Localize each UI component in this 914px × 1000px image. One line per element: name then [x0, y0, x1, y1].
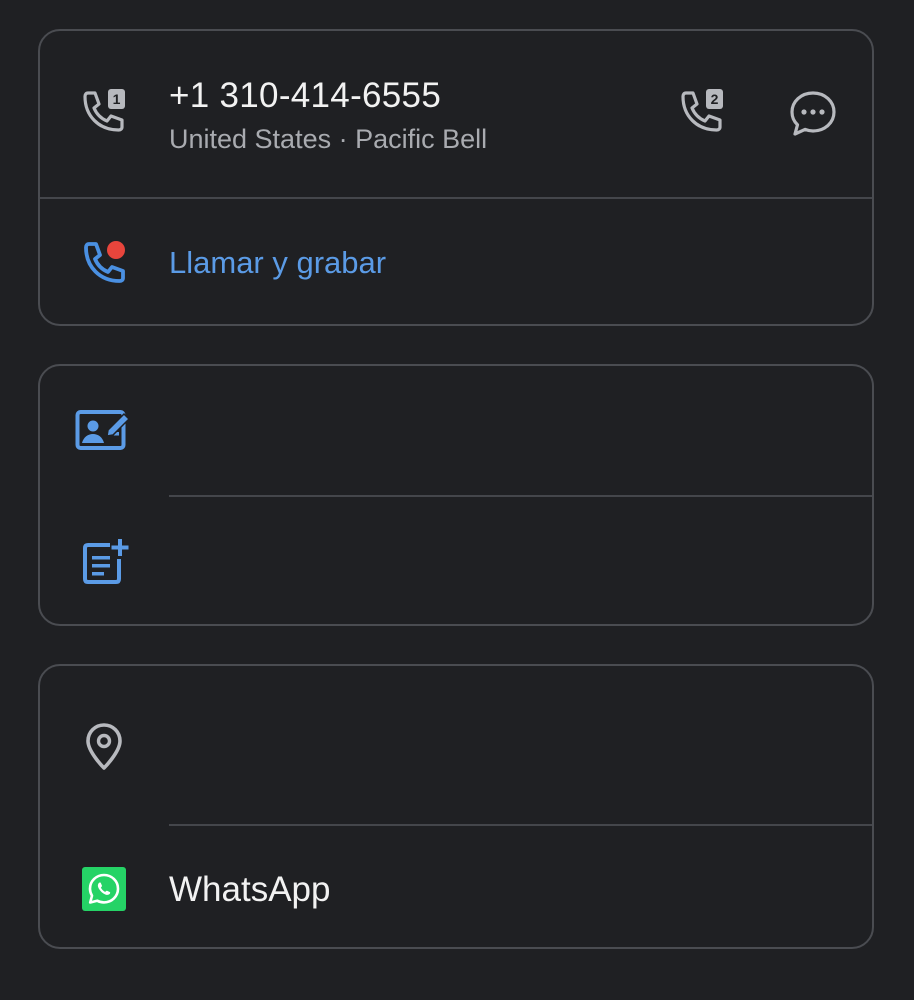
phone-record-icon[interactable]: [80, 239, 130, 289]
location-carrier-label: United States · Pacific Bell: [169, 124, 488, 154]
phone-number-row[interactable]: 1 +1 310-414-6555 United States · Pacifi…: [40, 31, 872, 199]
more-info-card: WhatsApp: [38, 664, 874, 949]
svg-text:2: 2: [711, 91, 719, 107]
phone-sim1-icon[interactable]: 1: [78, 87, 130, 139]
phone-number-card: 1 +1 310-414-6555 United States · Pacifi…: [38, 29, 874, 326]
add-note-row[interactable]: [40, 497, 872, 624]
whatsapp-row[interactable]: WhatsApp: [40, 666, 872, 947]
svg-text:1: 1: [113, 91, 121, 107]
call-and-record-label[interactable]: Llamar y grabar: [169, 245, 386, 281]
call-and-record-row[interactable]: Llamar y grabar: [40, 199, 872, 324]
edit-contact-row[interactable]: [40, 366, 872, 496]
contact-actions-card: [38, 364, 874, 626]
chat-bubble-icon[interactable]: [788, 89, 838, 139]
whatsapp-label[interactable]: WhatsApp: [169, 870, 330, 910]
phone-sim2-icon[interactable]: 2: [676, 87, 728, 139]
phone-number[interactable]: +1 310-414-6555: [169, 76, 441, 116]
whatsapp-icon[interactable]: [82, 867, 126, 911]
contact-edit-icon[interactable]: [75, 406, 131, 452]
note-add-icon[interactable]: [80, 537, 130, 587]
